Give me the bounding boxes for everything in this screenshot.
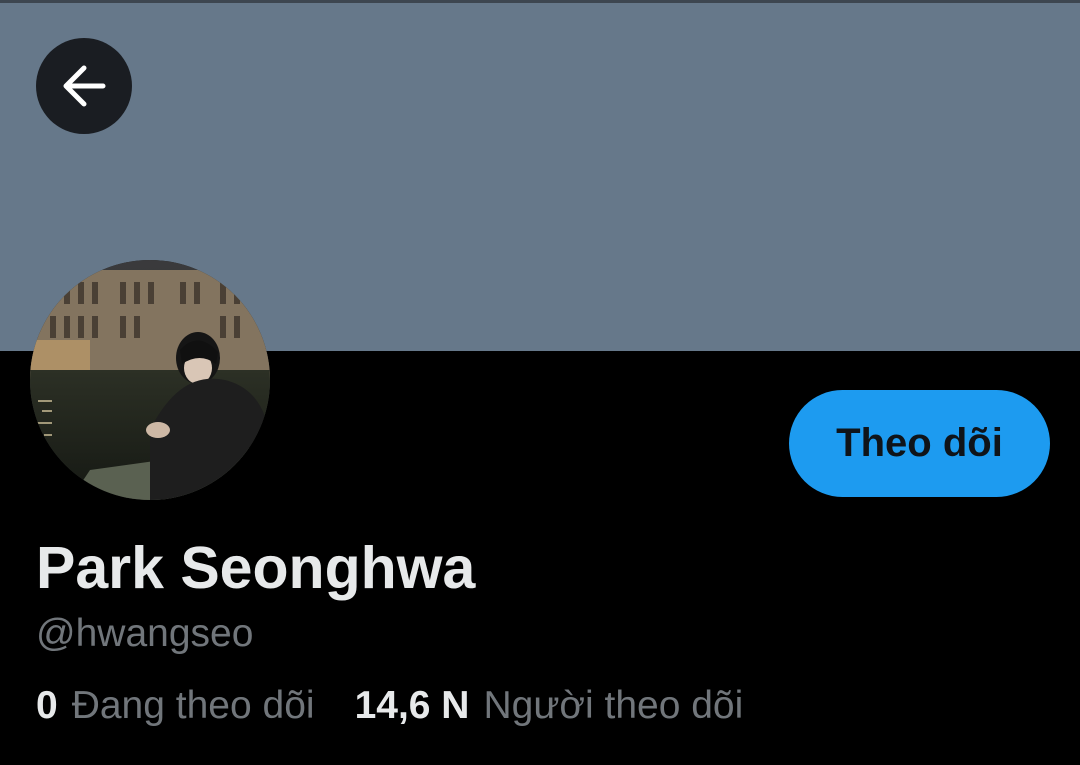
profile-stats: 0 Đang theo dõi 14,6 N Người theo dõi bbox=[36, 682, 743, 730]
following-stat[interactable]: 0 Đang theo dõi bbox=[36, 682, 315, 730]
following-count: 0 bbox=[36, 684, 58, 727]
user-handle: @hwangseo bbox=[36, 612, 254, 655]
following-label: Đang theo dõi bbox=[71, 684, 315, 727]
profile-page: Theo dõi Park Seonghwa @hwangseo 0 Đang … bbox=[0, 0, 1080, 765]
arrow-left-icon bbox=[57, 59, 111, 113]
follow-button[interactable]: Theo dõi bbox=[789, 390, 1050, 497]
followers-label: Người theo dõi bbox=[483, 684, 744, 727]
avatar[interactable] bbox=[30, 260, 270, 500]
display-name: Park Seonghwa bbox=[36, 535, 476, 601]
followers-stat[interactable]: 14,6 N Người theo dõi bbox=[355, 682, 744, 730]
back-button[interactable] bbox=[36, 38, 132, 134]
followers-count: 14,6 N bbox=[354, 684, 470, 727]
